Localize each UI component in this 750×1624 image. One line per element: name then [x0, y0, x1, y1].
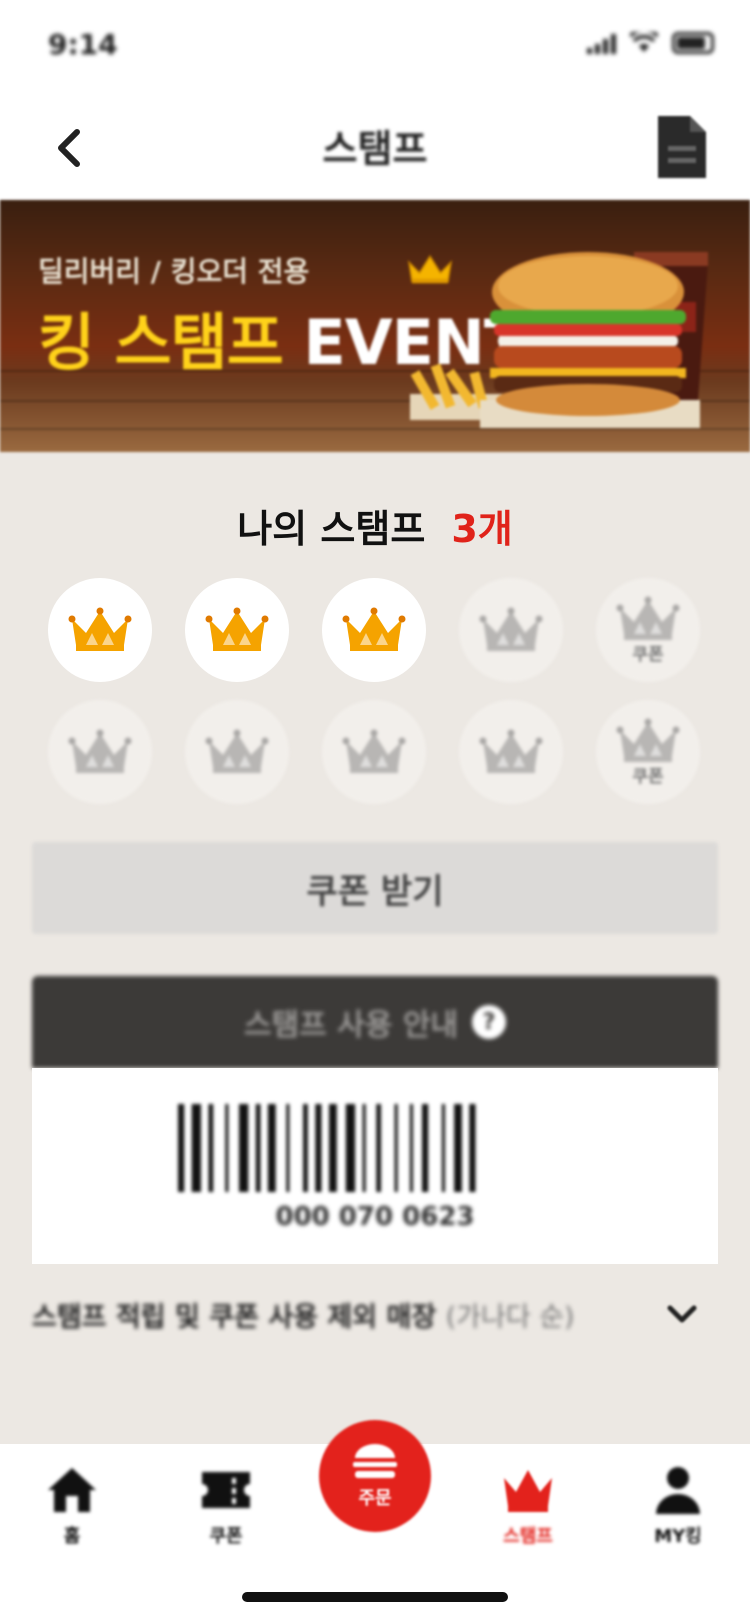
- burger-image: [480, 252, 700, 428]
- stamp-slot: 쿠폰: [596, 700, 700, 804]
- stamp-slot: [48, 578, 152, 682]
- excluded-stores-note: (가나다 순): [445, 1301, 575, 1333]
- crown-icon: [407, 254, 453, 284]
- document-icon: [658, 116, 706, 178]
- banner-title-highlight: 킹 스탬프: [38, 306, 284, 379]
- stamp-title: 나의 스탬프 3개: [0, 498, 750, 553]
- barcode-bar: [454, 1104, 462, 1192]
- tab-home[interactable]: 홈: [22, 1464, 122, 1564]
- barcode-bar: [362, 1104, 366, 1192]
- page-title: 스탬프: [322, 127, 428, 171]
- person-icon: [656, 1467, 700, 1514]
- excluded-stores-row[interactable]: 스탬프 적립 및 쿠폰 사용 제외 매장 (가나다 순): [32, 1286, 718, 1342]
- barcode-bar: [329, 1104, 337, 1192]
- event-banner[interactable]: 딜리버리 / 킹오더 전용 킹 스탬프 EVENT: [0, 200, 750, 452]
- status-icons: [587, 32, 714, 54]
- tab-stamp-label: 스탬프: [503, 1526, 553, 1547]
- barcode-card: 000 070 0623: [32, 1068, 718, 1264]
- stamp-coupon-label: 쿠폰: [632, 766, 664, 787]
- tab-home-label: 홈: [63, 1526, 81, 1547]
- chevron-down-icon: [667, 1305, 697, 1323]
- barcode-image: [178, 1104, 476, 1192]
- stamp-guide-label: 스탬프 사용 안내: [243, 1008, 459, 1043]
- coupon-icon: [202, 1472, 250, 1508]
- home-icon: [48, 1468, 96, 1512]
- excluded-stores-text: 스탬프 적립 및 쿠폰 사용 제외 매장: [32, 1301, 437, 1333]
- barcode-bar: [191, 1104, 201, 1192]
- barcode-bar: [208, 1104, 214, 1192]
- document-button[interactable]: [654, 114, 710, 180]
- tab-coupon-label: 쿠폰: [209, 1526, 243, 1547]
- tab-order[interactable]: 주문: [319, 1420, 431, 1532]
- stamp-slot: [459, 700, 563, 804]
- crown-icon: [342, 607, 406, 651]
- crown-icon: [342, 729, 406, 773]
- barcode-bar: [303, 1104, 308, 1192]
- stamp-guide-button[interactable]: 스탬프 사용 안내 ?: [32, 976, 718, 1068]
- stamp-slot: [322, 578, 426, 682]
- page-header: 스탬프: [0, 96, 750, 200]
- crown-icon: [616, 596, 680, 640]
- crown-icon: [616, 718, 680, 762]
- barcode-bar: [376, 1104, 381, 1192]
- barcode-bar: [422, 1104, 429, 1192]
- crown-icon: [205, 729, 269, 773]
- tab-coupon[interactable]: 쿠폰: [176, 1464, 276, 1564]
- crown-icon: [68, 729, 132, 773]
- stamp-title-label: 나의 스탬프: [237, 507, 426, 551]
- status-bar: 9:14: [0, 0, 750, 96]
- status-time: 9:14: [48, 28, 118, 61]
- stamp-slot: [459, 578, 563, 682]
- crown-icon: [504, 1470, 552, 1512]
- barcode-bar: [225, 1104, 229, 1192]
- battery-icon: [672, 32, 714, 54]
- banner-subtitle: 딜리버리 / 킹오더 전용: [38, 255, 310, 288]
- excluded-stores-label: 스탬프 적립 및 쿠폰 사용 제외 매장 (가나다 순): [32, 1295, 575, 1334]
- signal-icon: [587, 32, 616, 54]
- barcode-bar: [394, 1104, 398, 1192]
- barcode-bar: [255, 1104, 261, 1192]
- barcode-number: 000 070 0623: [275, 1202, 475, 1232]
- barcode-bar: [345, 1104, 356, 1192]
- crown-icon: [479, 729, 543, 773]
- barcode-bar: [267, 1104, 276, 1192]
- barcode-bar: [239, 1104, 249, 1192]
- crown-icon: [479, 607, 543, 651]
- tab-mypage[interactable]: MY킹: [628, 1464, 728, 1564]
- barcode-bar: [409, 1104, 413, 1192]
- stamp-slot: 쿠폰: [596, 578, 700, 682]
- stamp-slot: [185, 700, 289, 804]
- barcode-bar: [441, 1104, 445, 1192]
- barcode-bar: [469, 1104, 476, 1192]
- tab-mypage-label: MY킹: [654, 1526, 702, 1547]
- stamp-slot: [322, 700, 426, 804]
- barcode-bar: [315, 1104, 322, 1192]
- wifi-icon: [630, 32, 658, 52]
- stamp-slot: [48, 700, 152, 804]
- stamp-slot: [185, 578, 289, 682]
- barcode-bar: [286, 1104, 290, 1192]
- tab-order-label: 주문: [358, 1488, 392, 1509]
- crown-icon: [205, 607, 269, 651]
- home-indicator: [242, 1592, 508, 1602]
- bottom-tab-bar: 홈 쿠폰 주문 스탬프 MY킹: [0, 1420, 750, 1624]
- tab-stamp[interactable]: 스탬프: [478, 1464, 578, 1564]
- crown-icon: [68, 607, 132, 651]
- barcode-bar: [178, 1104, 185, 1192]
- get-coupon-button[interactable]: 쿠폰 받기: [32, 842, 718, 934]
- burger-icon: [353, 1444, 397, 1478]
- stamp-count: 3개: [451, 507, 513, 551]
- help-icon: ?: [472, 1005, 507, 1039]
- stamp-coupon-label: 쿠폰: [632, 644, 664, 665]
